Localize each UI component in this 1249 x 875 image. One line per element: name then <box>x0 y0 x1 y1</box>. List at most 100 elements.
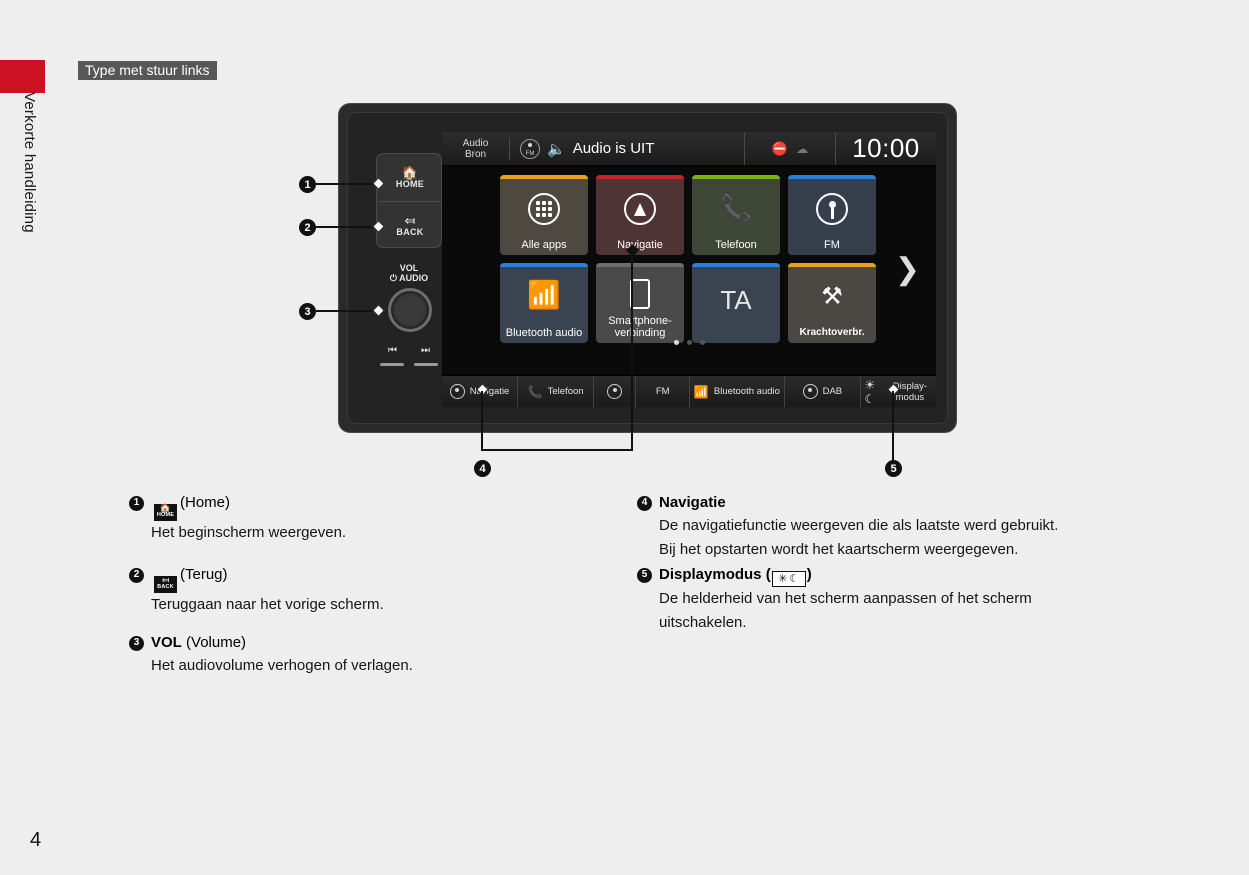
display-mode-glyph-icon: ✳ ☾ <box>771 571 806 587</box>
phone-icon: 📞 <box>719 192 753 223</box>
page-number: 4 <box>30 829 42 851</box>
hardkey-pad: 🏠 HOME ⤆ BACK <box>376 153 442 248</box>
legend-number: 1 <box>129 495 144 511</box>
status-indicator-group: ⛔ ☁ <box>744 132 836 165</box>
callout-leader-4b <box>481 391 483 451</box>
clock: 10:00 <box>852 133 920 163</box>
manual-page: Verkorte handleiding Type met stuur link… <box>0 0 1249 875</box>
tile-fm[interactable]: FM <box>788 175 876 255</box>
callout-leader-1 <box>316 183 378 185</box>
legend-body-line-1: De helderheid van het scherm aanpassen o… <box>659 590 1032 607</box>
cloud-icon: ☁ <box>796 141 809 156</box>
speaker-mute-icon: 🔈 <box>547 140 566 158</box>
head-unit-device: 🏠 HOME ⤆ BACK VOL ⏻ AUDIO ⏮ ⏭ Audio Bron… <box>338 103 957 433</box>
bottombar-telefoon[interactable]: 📞 Telefoon <box>518 376 595 407</box>
tile-ta[interactable]: TA <box>692 263 780 343</box>
home-tile-grid: Alle apps Navigatie 📞 Telefoon FM 📶 Blue… <box>500 175 880 351</box>
bottombar-display-modus[interactable]: ☀☾ Display-modus <box>861 376 936 407</box>
legend-heading: 3 VOL (Volume) <box>129 632 649 654</box>
skip-button-bars <box>380 363 438 366</box>
legend-body-line-2: uitschakelen. <box>659 614 747 631</box>
tile-row-2: 📶 Bluetooth audio Smartphone-verbinding … <box>500 263 880 343</box>
legend-title: (Volume) <box>186 634 247 651</box>
status-bar-title: Audio is UIT <box>572 140 655 157</box>
bottombar-fm[interactable]: FM <box>636 376 690 407</box>
legend-item-4: 4 Navigatie De navigatiefunctie weergeven… <box>637 492 1197 562</box>
callout-leader-4c <box>481 449 633 451</box>
callout-leader-2 <box>316 226 378 228</box>
radio-tower-icon <box>816 193 848 225</box>
legend-body-line-2: Bij het opstarten wordt het kaartscherm … <box>659 541 1019 558</box>
legend-number: 5 <box>637 567 652 583</box>
legend-number: 4 <box>637 495 652 511</box>
tile-label: Navigatie <box>617 239 663 251</box>
callout-marker-5: 5 <box>885 460 902 477</box>
legend-bold-label: VOL <box>151 634 182 651</box>
home-key-glyph-icon: 🏠 HOME <box>154 503 177 521</box>
legend-body: Het audiovolume verhogen of verlagen. <box>151 657 413 674</box>
skip-buttons: ⏮ ⏭ <box>376 345 442 356</box>
tile-label: Krachtoverbr. <box>799 327 865 338</box>
tile-label: Smartphone-verbinding <box>608 315 672 339</box>
legend-heading: 4 Navigatie <box>637 492 1197 514</box>
back-button[interactable]: ⤆ BACK <box>377 202 443 249</box>
legend-title: (Home) <box>180 494 231 511</box>
callout-marker-4: 4 <box>474 460 491 477</box>
tile-label: Bluetooth audio <box>505 327 583 339</box>
tile-smartphone-verbinding[interactable]: Smartphone-verbinding <box>596 263 684 343</box>
phone-icon: 📞 <box>527 384 543 399</box>
section-color-tab <box>0 60 45 93</box>
back-key-glyph-icon: ⤆ BACK <box>154 575 177 593</box>
legend-title: (Terug) <box>180 566 228 583</box>
callout-marker-2: 2 <box>299 219 316 236</box>
legend-number: 3 <box>129 635 144 651</box>
callout-leader-4a <box>631 252 633 451</box>
legend-body: Teruggaan naar het vorige scherm. <box>151 595 384 613</box>
home-icon: 🏠 <box>401 164 419 180</box>
hardkey-panel: 🏠 HOME ⤆ BACK VOL ⏻ AUDIO ⏮ ⏭ <box>376 153 442 411</box>
legend-item-5: 5 Displaymodus (✳ ☾) De helderheid van het… <box>637 564 1197 635</box>
head-unit-bezel: 🏠 HOME ⤆ BACK VOL ⏻ AUDIO ⏮ ⏭ Audio Bron… <box>347 112 948 424</box>
tile-telefoon[interactable]: 📞 Telefoon <box>692 175 780 255</box>
radio-tower-icon <box>607 384 623 399</box>
home-button[interactable]: 🏠 HOME <box>377 154 443 201</box>
page-title: Type met stuur links <box>78 61 217 80</box>
bluetooth-icon: 📶 <box>693 384 709 399</box>
no-signal-icon: ⛔ <box>771 140 789 156</box>
legend-number: 2 <box>129 567 144 583</box>
tile-label: FM <box>824 239 840 251</box>
legend-bold-label: Displaymodus <box>659 566 762 583</box>
back-arrow-icon: ⤆ <box>404 212 416 228</box>
tile-navigatie[interactable]: Navigatie <box>596 175 684 255</box>
tile-bluetooth-audio[interactable]: 📶 Bluetooth audio <box>500 263 588 343</box>
tile-krachtoverbrenging[interactable]: ⚒ Krachtoverbr. <box>788 263 876 343</box>
status-bar: Audio Bron FM 🔈 Audio is UIT ⛔ ☁ 10:00 <box>442 132 936 166</box>
status-bar-now-playing: FM 🔈 Audio is UIT <box>510 138 744 159</box>
legend-body-line-1: De navigatiefunctie weergeven die als la… <box>659 517 1059 534</box>
back-button-label: BACK <box>396 226 424 237</box>
brightness-moon-icon: ☀☾ <box>864 377 876 406</box>
skip-next-icon[interactable]: ⏭ <box>421 345 430 356</box>
callout-marker-3: 3 <box>299 303 316 320</box>
bluetooth-icon: 📶 <box>527 280 561 310</box>
volume-knob[interactable] <box>388 288 432 332</box>
legend-bold-label: Navigatie <box>659 494 726 511</box>
touchscreen[interactable]: Audio Bron FM 🔈 Audio is UIT ⛔ ☁ 10:00 A… <box>442 132 936 407</box>
bottombar-bluetooth-audio[interactable]: 📶 Bluetooth audio <box>690 376 785 407</box>
legend-item-2: 2 ⤆ BACK (Terug) Teruggaan naar het vorige … <box>129 564 649 617</box>
legend-heading: 2 ⤆ BACK (Terug) <box>129 564 649 593</box>
section-tab-label: Verkorte handleiding <box>21 92 38 233</box>
navigation-arrow-icon <box>624 193 656 225</box>
chevron-right-icon[interactable]: ❯ <box>895 252 920 287</box>
skip-previous-icon[interactable]: ⏮ <box>388 345 397 356</box>
volume-knob-label: VOL ⏻ AUDIO <box>389 263 429 283</box>
tile-row-1: Alle apps Navigatie 📞 Telefoon FM <box>500 175 880 255</box>
bottombar-dab[interactable]: DAB <box>785 376 861 407</box>
audio-source-button[interactable]: Audio Bron <box>442 137 510 160</box>
legend-heading: 5 Displaymodus (✳ ☾) <box>637 564 1197 587</box>
legend-body: Het beginscherm weergeven. <box>151 523 347 541</box>
page-indicator <box>442 340 936 345</box>
legend-heading: 1 🏠 HOME (Home) <box>129 492 649 521</box>
fm-radio-icon: FM <box>520 138 540 159</box>
tile-alle-apps[interactable]: Alle apps <box>500 175 588 255</box>
